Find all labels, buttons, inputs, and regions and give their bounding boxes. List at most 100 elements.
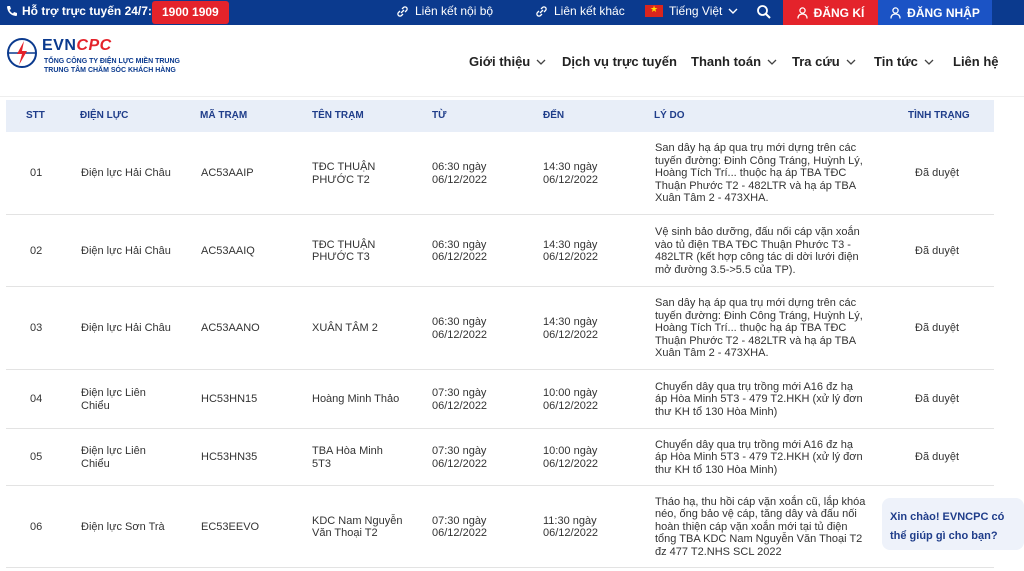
evncpc-logo[interactable]: EVNCPC TỔNG CÔNG TY ĐIỆN LỰC MIỀN TRUNG … (6, 37, 180, 75)
nav-label: Dịch vụ trực tuyến (562, 54, 677, 69)
cell-stt: 01 (30, 167, 43, 180)
cell-line: TĐC THUẬN (312, 161, 376, 173)
cell-line: San dây hạ áp qua trụ mới dựng trên các (655, 142, 857, 155)
register-button[interactable]: ĐĂNG KÍ (783, 0, 878, 25)
cell-line: néo, ống bảo vệ cáp, tăng dây và đấu nối (655, 508, 857, 521)
cell-line: Chiểu (81, 399, 110, 412)
cell-line: Vệ sinh bảo dưỡng, đấu nối cáp vặn xoắn (655, 226, 860, 238)
cell-tinh-trang: Đã duyệt (915, 451, 960, 464)
chevron-down-icon (924, 59, 934, 65)
col-dien-luc: ĐIỆN LỰC (80, 110, 129, 121)
cell-line: áp Hòa Minh 5T3 - 479 T2.HKH (xử lý đơn (655, 393, 863, 406)
cell-line: 482LTR (kết hợp công tác di dời lưới điệ… (655, 251, 859, 263)
login-button[interactable]: ĐĂNG NHẬP (878, 0, 992, 25)
support-label: Hỗ trợ trực tuyến 24/7: (22, 4, 152, 18)
cell-line: 07:30 ngày (432, 445, 487, 457)
cell-line: 06/12/2022 (432, 399, 488, 412)
brand-name: EVNCPC (42, 37, 112, 54)
cell-line: Xuân Tâm 2 - 473XHA. (655, 347, 769, 360)
cell-line: PHƯỚC T2 (312, 173, 370, 186)
cell-line: Điện lực Liên (81, 445, 146, 457)
site-header: EVNCPC TỔNG CÔNG TY ĐIỆN LỰC MIỀN TRUNG … (0, 25, 1024, 97)
nav-gioi-thieu[interactable]: Giới thiệu (469, 54, 546, 69)
cell-den: 10:00 ngày 06/12/2022 (543, 370, 643, 429)
nav-dich-vu-truc-tuyen[interactable]: Dịch vụ trực tuyến (562, 54, 677, 69)
cell-ly-do: Chuyển dây qua trụ trồng mới A16 đz hạ áp… (655, 429, 895, 486)
cell-den: 14:30 ngày 06/12/2022 (543, 132, 643, 215)
cell-line: tuyến đường: Đinh Công Tráng, Huỳnh Lý, (655, 154, 863, 167)
phone-icon (7, 6, 17, 16)
cell-ten-tram: KDC Nam Nguyễn Văn Thoại T2 (312, 486, 422, 568)
nav-lien-he[interactable]: Liên hệ (953, 54, 999, 69)
cell-line: 06/12/2022 (432, 173, 488, 186)
cell-tu: 07:30 ngày 06/12/2022 (432, 429, 532, 486)
table-body: 01 Điện lực Hải Châu AC53AAIP TĐC THUẬN PHƯỚ… (6, 132, 994, 568)
col-ly-do: LÝ DO (654, 110, 685, 121)
col-tinh-trang: TÌNH TRẠNG (908, 110, 970, 121)
nav-thanh-toan[interactable]: Thanh toán (691, 54, 777, 69)
cell-line: 07:30 ngày (432, 387, 487, 399)
cell-line: 10:00 ngày (543, 387, 598, 399)
cell-dien-luc: Điện lực Hải Châu (81, 132, 191, 215)
cell-ma-tram: AC53AAIP (201, 167, 254, 180)
cell-line: Tháo hạ, thu hồi cáp vặn xoắn cũ, lắp kh… (655, 495, 866, 508)
cell-ma-tram: HC53HN15 (201, 393, 258, 406)
cell-line: 14:30 ngày (543, 238, 598, 251)
user-icon (797, 6, 808, 19)
col-den: ĐẾN (543, 110, 565, 121)
cell-stt: 03 (30, 322, 43, 335)
cell-line: Điện lực Hải Châu (81, 167, 171, 180)
cell-tu: 07:30 ngày 06/12/2022 (432, 370, 532, 429)
cell-ma-tram: EC53EEVO (201, 520, 260, 533)
top-bar: Hỗ trợ trực tuyến 24/7: 1900 1909 Liên k… (0, 0, 1024, 25)
register-label: ĐĂNG KÍ (813, 5, 865, 20)
cell-line: Hoàng Minh Thảo (312, 393, 400, 406)
hotline-button[interactable]: 1900 1909 (152, 1, 229, 24)
cell-line: Thuận Phước T2 - 482LTR và hạ áp TBA (655, 179, 857, 192)
cell-line: thư KH tổ 130 Hòa Minh) (655, 463, 778, 476)
cell-ma-tram: AC53AANO (201, 322, 260, 335)
cell-dien-luc: Điện lực Liên Chiểu (81, 370, 191, 429)
internal-link[interactable]: Liên kết nội bộ (396, 4, 493, 18)
cell-line: 06/12/2022 (543, 251, 599, 263)
cell-line: vào tủ điện TBA TĐC Thuận Phước T3 - (655, 238, 851, 251)
chat-bubble[interactable]: Xin chào! EVNCPC có thể giúp gì cho bạn? (882, 498, 1024, 550)
cell-den: 14:30 ngày 06/12/2022 (543, 215, 643, 287)
search-icon[interactable] (756, 4, 772, 20)
cell-tinh-trang: Đã duyệt (915, 167, 960, 180)
cell-line: mở đường 3.5->5.5 của TP). (655, 263, 796, 276)
company-name: TỔNG CÔNG TY ĐIỆN LỰC MIỀN TRUNG (44, 58, 180, 65)
link-icon (536, 5, 547, 17)
cell-tu: 07:30 ngày 06/12/2022 (432, 486, 532, 568)
outage-table: STT ĐIỆN LỰC MÃ TRẠM TÊN TRẠM TỪ ĐẾN LÝ … (6, 100, 994, 568)
language-selector[interactable]: Tiếng Việt (645, 4, 738, 18)
nav-tra-cuu[interactable]: Tra cứu (792, 54, 856, 69)
other-link[interactable]: Liên kết khác (535, 4, 625, 18)
cell-line: Văn Thoại T2 (312, 527, 378, 539)
cell-line: 06/12/2022 (543, 173, 599, 186)
cell-line: Xuân Tâm 2 - 473XHA. (655, 192, 769, 205)
cell-line: 14:30 ngày (543, 161, 598, 173)
cell-line: PHƯỚC T3 (312, 251, 370, 263)
cell-dien-luc: Điện lực Hải Châu (81, 215, 191, 287)
nav-label: Tin tức (874, 54, 918, 69)
cell-line: áp Hòa Minh 5T3 - 479 T2.HKH (xử lý đơn (655, 451, 863, 464)
cell-line: tổng TBA KDC Nam Nguyễn Văn Thoại T2 (655, 533, 863, 546)
support-info: Hỗ trợ trực tuyến 24/7: (6, 4, 152, 18)
chevron-down-icon (728, 8, 738, 14)
link-icon (397, 5, 408, 17)
cell-line: 5T3 (312, 457, 331, 470)
nav-tin-tuc[interactable]: Tin tức (874, 54, 934, 69)
cell-ten-tram: TĐC THUẬN PHƯỚC T2 (312, 132, 422, 215)
cell-tu: 06:30 ngày 06/12/2022 (432, 132, 532, 215)
cell-ly-do: Vệ sinh bảo dưỡng, đấu nối cáp vặn xoắn v… (655, 215, 895, 287)
cell-line: Chiểu (81, 457, 110, 470)
cell-tinh-trang: Đã duyệt (915, 393, 960, 406)
cell-tu: 06:30 ngày 06/12/2022 (432, 287, 532, 370)
cell-tu: 06:30 ngày 06/12/2022 (432, 215, 532, 287)
cell-line: đz 477 T2.NHS SCL 2022 (655, 545, 782, 558)
cell-line: 06/12/2022 (432, 328, 488, 341)
cell-ma-tram: AC53AAIQ (201, 244, 255, 257)
language-label: Tiếng Việt (669, 4, 723, 18)
chat-line: thể giúp gì cho bạn? (890, 530, 998, 542)
